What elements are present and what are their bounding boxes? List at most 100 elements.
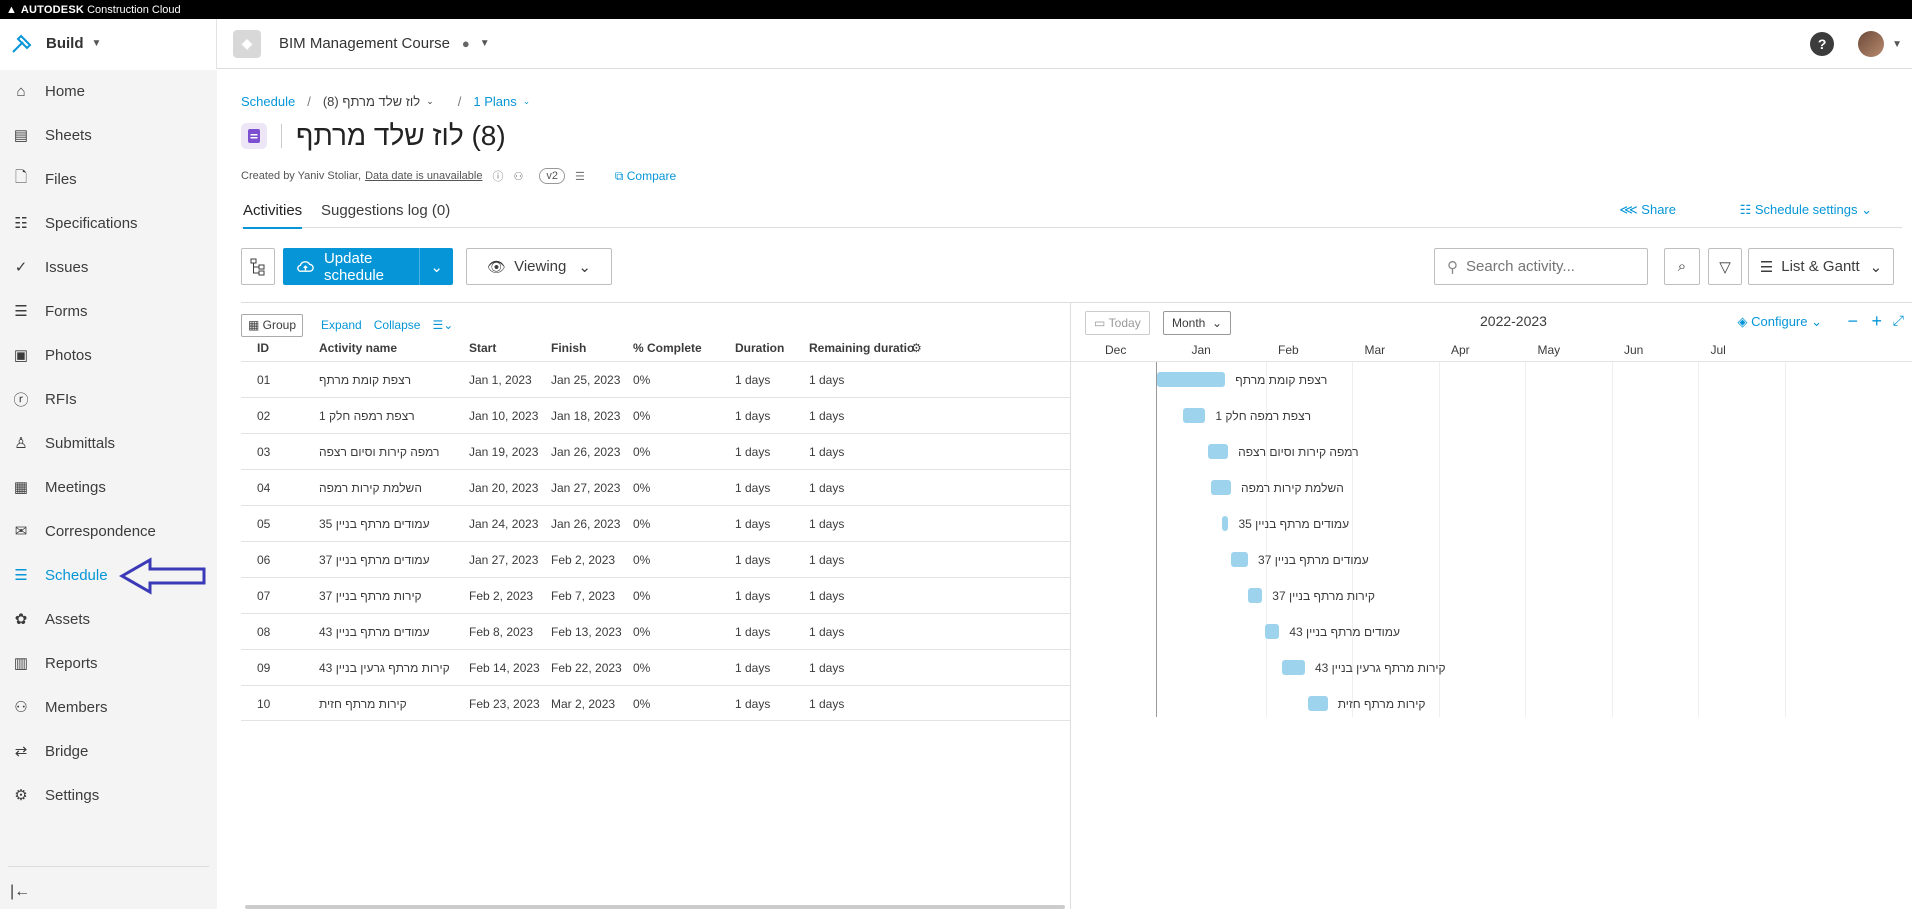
cell-name: עמודים מרתף בניין 35 — [319, 517, 430, 531]
sidebar-item-submittals[interactable]: ♙ Submittals — [0, 423, 217, 463]
configure-button[interactable]: ◈ Configure ⌄ — [1738, 314, 1823, 330]
table-row[interactable]: 07 קירות מרתף בניין 37 Feb 2, 2023 Feb 7, 2… — [241, 577, 1070, 613]
sidebar-item-home[interactable]: ⌂ Home — [0, 71, 217, 111]
product-switcher[interactable]: Build ▼ — [0, 18, 217, 69]
compare-button[interactable]: ⧉ Compare — [615, 169, 676, 184]
sidebar-item-bridge[interactable]: ⇄ Bridge — [0, 731, 217, 771]
group-button[interactable]: ▦ Group — [241, 313, 304, 337]
sidebar-item-assets[interactable]: ✿ Assets — [0, 599, 217, 639]
column-duration[interactable]: Duration — [735, 341, 784, 355]
gantt-bar[interactable] — [1182, 408, 1206, 423]
tab-suggestions-log[interactable]: Suggestions log (0) — [321, 202, 450, 227]
data-date-link[interactable]: Data date is unavailable — [365, 170, 482, 182]
sidebar-item-sheets[interactable]: ▤ Sheets — [0, 115, 217, 155]
gantt-bar[interactable] — [1307, 696, 1328, 711]
members-icon[interactable]: ⚇ — [513, 170, 523, 183]
table-row[interactable]: 03 רמפה קירות וסיום רצפה Jan 19, 2023 Jan 2… — [241, 433, 1070, 469]
cell-finish: Feb 2, 2023 — [551, 553, 616, 567]
configure-label: Configure — [1751, 314, 1808, 329]
update-schedule-button[interactable]: Update schedule ⌄ — [283, 248, 453, 285]
column-remaining-duration[interactable]: Remaining duratio — [809, 341, 914, 355]
list-options-icon[interactable]: ☰⌄ — [432, 318, 453, 332]
table-row[interactable]: 02 רצפת רמפה חלק 1 Jan 10, 2023 Jan 18, 202… — [241, 397, 1070, 433]
sidebar-item-members[interactable]: ⚇ Members — [0, 687, 217, 727]
gantt-bar[interactable] — [1208, 444, 1229, 459]
version-list-icon[interactable]: ☰ — [575, 170, 585, 183]
sidebar-item-correspondence[interactable]: ✉ Correspondence — [0, 511, 217, 551]
cell-finish: Jan 27, 2023 — [551, 481, 621, 495]
filter-button[interactable]: ▽ — [1708, 248, 1742, 285]
sidebar-item-forms[interactable]: ☰ Forms — [0, 291, 217, 331]
cell-id: 10 — [257, 697, 271, 711]
zoom-in-icon[interactable]: + — [1871, 311, 1882, 332]
gantt-bar[interactable] — [1248, 588, 1263, 603]
column-complete[interactable]: % Complete — [633, 341, 702, 355]
breadcrumb: Schedule / (8) לוז שלד מרתף ⌄ / 1 Plans … — [241, 94, 531, 109]
search-input[interactable] — [1466, 258, 1636, 275]
sidebar-item-issues[interactable]: ✓ Issues — [0, 247, 217, 287]
cell-remaining: 1 days — [809, 625, 845, 639]
horizontal-scrollbar[interactable] — [245, 905, 1065, 909]
gantt-bar[interactable] — [1230, 552, 1249, 567]
chevron-down-icon[interactable]: ⌄ — [419, 248, 453, 285]
project-switcher[interactable]: ◆ BIM Management Course ● ▼ — [233, 29, 490, 58]
table-row[interactable]: 10 קירות מרתף חזית Feb 23, 2023 Mar 2, 2023… — [241, 685, 1070, 721]
schedule-settings-button[interactable]: ☷ Schedule settings ⌄ — [1740, 202, 1872, 218]
gantt-bar[interactable] — [1282, 660, 1305, 675]
viewing-dropdown[interactable]: 👁 Viewing ⌄ — [466, 248, 612, 285]
sidebar-item-reports[interactable]: ▥ Reports — [0, 643, 217, 683]
sidebar-item-specifications[interactable]: ☷ Specifications — [0, 203, 217, 243]
table-row[interactable]: 06 עמודים מרתף בניין 37 Jan 27, 2023 Feb 2,… — [241, 541, 1070, 577]
breadcrumb-current[interactable]: (8) לוז שלד מרתף — [323, 94, 420, 109]
gantt-bars-area: רצפת קומת מרתף רצפת רמפה חלק 1 רמפה קירות … — [1071, 361, 1912, 717]
chevron-down-icon[interactable]: ⌄ — [523, 96, 531, 107]
table-row[interactable]: 01 רצפת קומת מרתף Jan 1, 2023 Jan 25, 2023 0… — [241, 361, 1070, 397]
column-activity-name[interactable]: Activity name — [319, 341, 397, 355]
home-icon: ⌂ — [16, 82, 26, 100]
cell-id: 04 — [257, 481, 271, 495]
view-mode-dropdown[interactable]: ☰ List & Gantt ⌄ — [1748, 248, 1894, 285]
gantt-bar[interactable] — [1211, 480, 1231, 495]
gantt-month-label: Jul — [1710, 343, 1726, 357]
cell-name: עמודים מרתף בניין 37 — [319, 553, 430, 567]
column-settings-icon[interactable]: ⚙ — [911, 341, 922, 355]
gantt-bar[interactable] — [1265, 624, 1280, 639]
table-row[interactable]: 08 עמודים מרתף בניין 43 Feb 8, 2023 Feb 13,… — [241, 613, 1070, 649]
tab-activities[interactable]: Activities — [243, 202, 303, 229]
gantt-bar[interactable] — [1222, 516, 1229, 531]
avatar[interactable] — [1858, 31, 1885, 57]
version-badge[interactable]: v2 — [539, 168, 565, 184]
info-icon[interactable]: ⓘ — [492, 168, 503, 184]
zoom-out-icon[interactable]: − — [1847, 311, 1858, 332]
sidebar-item-rfis[interactable]: ⓡ RFIs — [0, 379, 217, 419]
collapse-sidebar-icon[interactable]: |← — [10, 883, 30, 901]
column-finish[interactable]: Finish — [551, 341, 586, 355]
cell-remaining: 1 days — [809, 445, 845, 459]
hierarchy-button[interactable] — [241, 248, 275, 285]
binoculars-button[interactable]: ⌕ — [1664, 248, 1700, 285]
gantt-range-title: 2022-2023 — [1480, 313, 1547, 329]
table-row[interactable]: 05 עמודים מרתף בניין 35 Jan 24, 2023 Jan 26… — [241, 505, 1070, 541]
breadcrumb-plans[interactable]: 1 Plans — [473, 94, 516, 109]
expand-button[interactable]: Expand — [321, 318, 362, 332]
sidebar-item-photos[interactable]: ▣ Photos — [0, 335, 217, 375]
column-start[interactable]: Start — [469, 341, 496, 355]
gantt-bar[interactable] — [1157, 372, 1226, 387]
sidebar-item-files[interactable]: 🗋 Files — [0, 159, 217, 199]
share-button[interactable]: ⋘ Share — [1619, 202, 1676, 218]
search-activity-field[interactable]: ⚲ — [1434, 248, 1648, 285]
column-id[interactable]: ID — [257, 341, 269, 355]
fullscreen-icon[interactable]: ⤢ — [1893, 312, 1904, 329]
today-button[interactable]: ▭ Today — [1085, 311, 1150, 335]
timescale-select[interactable]: Month ⌄ — [1163, 311, 1232, 335]
breadcrumb-schedule[interactable]: Schedule — [241, 94, 295, 109]
collapse-button[interactable]: Collapse — [374, 318, 421, 332]
search-icon: ⚲ — [1447, 258, 1458, 276]
table-row[interactable]: 04 השלמת קירות רמפה Jan 20, 2023 Jan 27, 20… — [241, 469, 1070, 505]
chevron-down-icon[interactable]: ⌄ — [426, 96, 434, 107]
help-icon[interactable]: ? — [1810, 32, 1835, 56]
sidebar-item-settings[interactable]: ⚙ Settings — [0, 775, 217, 815]
chevron-down-icon[interactable]: ▼ — [1892, 39, 1902, 50]
table-row[interactable]: 09 קירות מרתף גרעין בניין 43 Feb 14, 2023 F… — [241, 649, 1070, 685]
sidebar-item-meetings[interactable]: ▦ Meetings — [0, 467, 217, 507]
